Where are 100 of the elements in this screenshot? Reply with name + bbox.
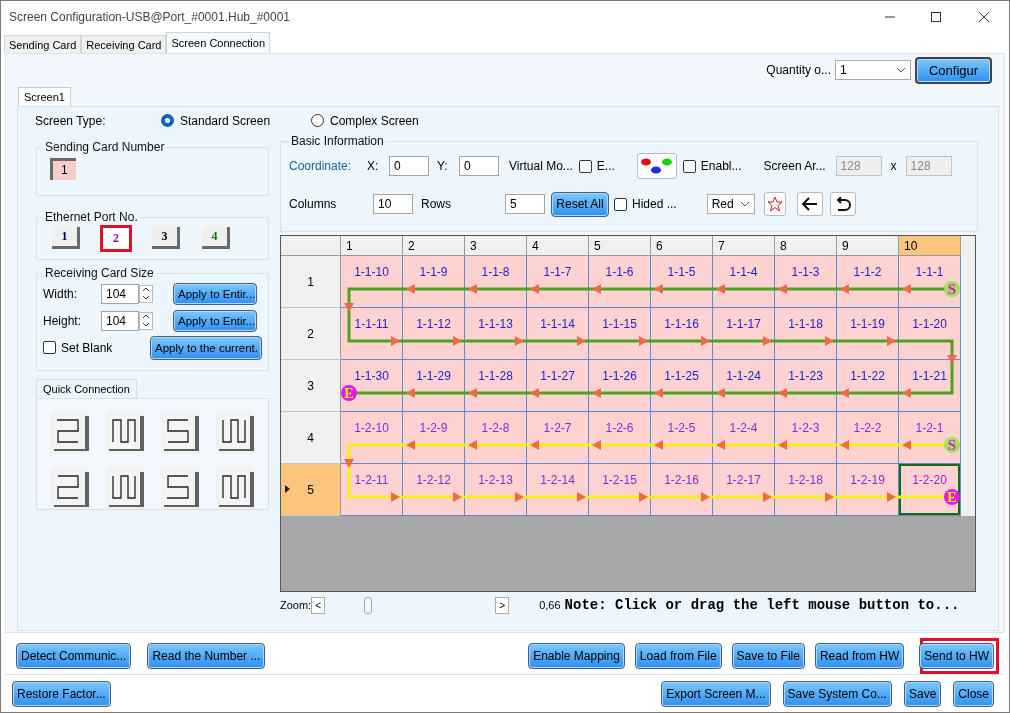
port-button[interactable]: 3 (152, 227, 180, 249)
radio-button[interactable] (161, 114, 174, 127)
table-cell[interactable]: 1-1-2 (837, 256, 899, 308)
rgb-dots-icon[interactable] (640, 158, 674, 174)
star-icon[interactable] (766, 196, 783, 212)
table-cell[interactable]: 1-1-3 (775, 256, 837, 308)
table-cell[interactable]: 1-2-2 (837, 412, 899, 464)
table-cell[interactable]: 1-2-3 (775, 412, 837, 464)
column-header[interactable]: 4 (527, 236, 589, 256)
table-cell[interactable]: 1-1-26 (589, 360, 651, 412)
checkbox[interactable] (614, 197, 627, 211)
zoom-out-button[interactable]: < (311, 596, 326, 614)
table-cell[interactable]: 1-2-18 (775, 464, 837, 516)
footer-button[interactable]: Save (903, 680, 942, 707)
table-cell[interactable]: 1-1-25 (651, 360, 713, 412)
table-cell[interactable]: 1-1-29 (403, 360, 465, 412)
column-header[interactable]: 1 (341, 236, 403, 256)
port-button[interactable]: 4 (202, 227, 230, 249)
table-cell[interactable]: 1-1-12 (403, 308, 465, 360)
table-cell[interactable]: 1-1-11 (341, 308, 403, 360)
checkbox[interactable] (578, 159, 592, 173)
table-cell[interactable]: 1-1-6 (589, 256, 651, 308)
table-cell[interactable]: 1-1-4 (713, 256, 775, 308)
table-cell[interactable]: 1-1-13 (465, 308, 527, 360)
wiring-pattern-icon[interactable] (51, 413, 89, 452)
table-cell[interactable]: 1-1-22 (837, 360, 899, 412)
column-header[interactable]: 3 (465, 236, 527, 256)
table-cell[interactable]: 1-1-8 (465, 256, 527, 308)
column-header[interactable]: 10 (899, 236, 961, 256)
action-button[interactable]: Read from HW (814, 642, 905, 669)
row-header[interactable]: 2 (281, 308, 341, 360)
action-button[interactable]: Enable Mapping (528, 642, 625, 669)
table-cell[interactable]: 1-1-27 (527, 360, 589, 412)
column-header[interactable]: 5 (589, 236, 651, 256)
action-button[interactable]: Read the Number ... (147, 642, 266, 669)
row-header[interactable]: 4 (281, 412, 341, 464)
table-cell[interactable]: 1-1-15 (589, 308, 651, 360)
table-cell[interactable]: 1-1-18 (775, 308, 837, 360)
row-header[interactable]: 5 (281, 464, 341, 516)
table-cell[interactable]: 1-2-11 (341, 464, 403, 516)
apply-button[interactable]: Apply to Entir... (173, 282, 257, 305)
configure-button[interactable]: Configur (915, 56, 992, 84)
quantity-dropdown[interactable]: 1 (835, 60, 911, 80)
wiring-pattern-icon[interactable] (216, 413, 254, 452)
table-cell[interactable]: 1-1-17 (713, 308, 775, 360)
table-cell[interactable]: 1-1-24 (713, 360, 775, 412)
zoom-in-button[interactable]: > (495, 596, 510, 614)
table-cell[interactable]: 1-1-23 (775, 360, 837, 412)
table-cell[interactable]: 1-1-5 (651, 256, 713, 308)
card-number[interactable]: 1 (50, 158, 76, 180)
row-header[interactable]: 3 (281, 360, 341, 412)
column-header[interactable]: 6 (651, 236, 713, 256)
table-cell[interactable]: 1-2-14 (527, 464, 589, 516)
table-cell[interactable]: 1-2-12 (403, 464, 465, 516)
footer-button[interactable]: Save System Co... (782, 680, 892, 707)
action-button[interactable]: Send to HW (919, 642, 994, 669)
input-field[interactable]: 0 (459, 156, 499, 176)
column-header[interactable]: 8 (775, 236, 837, 256)
column-header[interactable]: 2 (403, 236, 465, 256)
input-field[interactable]: 104 (101, 283, 139, 304)
footer-button[interactable]: Restore Factor... (12, 680, 111, 707)
tab[interactable]: Receiving Card (81, 35, 167, 53)
wiring-pattern-icon[interactable] (106, 413, 144, 452)
table-cell[interactable]: 1-1-20 (899, 308, 961, 360)
table-cell[interactable]: 1-2-9 (403, 412, 465, 464)
tab[interactable]: Sending Card (4, 35, 82, 53)
table-cell[interactable]: 1-2-6 (589, 412, 651, 464)
checkbox[interactable] (682, 159, 696, 173)
table-cell[interactable]: 1-1-28 (465, 360, 527, 412)
undo-icon[interactable] (834, 196, 852, 212)
input-field[interactable]: 0 (389, 156, 429, 176)
action-button[interactable]: Save to File (731, 642, 805, 669)
checkbox[interactable] (43, 341, 56, 354)
table-cell[interactable]: 1-1-7 (527, 256, 589, 308)
port-button[interactable]: 2 (100, 225, 132, 252)
column-header[interactable]: 7 (713, 236, 775, 256)
port-button[interactable]: 1 (52, 227, 80, 249)
table-cell[interactable]: 1-2-7 (527, 412, 589, 464)
radio-button[interactable] (311, 114, 324, 127)
footer-button[interactable]: Close (953, 680, 994, 707)
wiring-pattern-icon[interactable] (161, 413, 199, 452)
apply-button[interactable]: Apply to the current. (150, 335, 262, 360)
table-cell[interactable]: 1-2-4 (713, 412, 775, 464)
input-field[interactable]: 5 (505, 194, 545, 214)
slider-thumb[interactable] (364, 596, 373, 614)
table-cell[interactable]: 1-1-9 (403, 256, 465, 308)
table-cell[interactable]: 1-2-15 (589, 464, 651, 516)
table-cell[interactable]: 1-1-19 (837, 308, 899, 360)
maximize-icon[interactable] (931, 11, 941, 22)
column-header[interactable]: 9 (837, 236, 899, 256)
table-cell[interactable]: 1-2-16 (651, 464, 713, 516)
action-button[interactable]: Load from File (634, 642, 722, 669)
apply-button[interactable]: Apply to Entir... (173, 309, 257, 332)
input-field[interactable]: 104 (101, 310, 139, 331)
reset-button[interactable]: Reset All (551, 191, 609, 217)
tab[interactable]: Screen Connection (166, 32, 271, 53)
table-cell[interactable]: 1-2-8 (465, 412, 527, 464)
table-cell[interactable]: 1-2-10 (341, 412, 403, 464)
table-cell[interactable]: 1-1-10 (341, 256, 403, 308)
tab[interactable]: Screen1 (18, 87, 71, 106)
